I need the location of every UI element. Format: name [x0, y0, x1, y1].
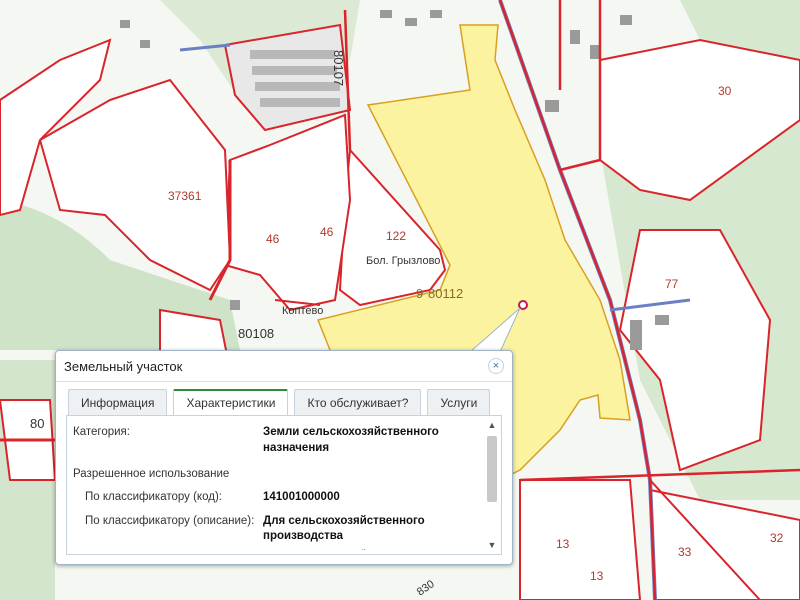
tab-information[interactable]: Информация — [68, 389, 168, 415]
permitted-use-label: Разрешенное использование — [73, 468, 230, 480]
classifier-desc-label: По классификатору (описание): — [85, 515, 255, 527]
area-label: 122 — [386, 229, 406, 243]
scroll-thumb[interactable] — [487, 436, 497, 502]
popup-scrollbar[interactable]: ▲ ▼ — [485, 418, 499, 552]
parcel-number-label: 80 — [30, 416, 44, 431]
more-indicator: .. — [361, 542, 367, 552]
classifier-code-value: 141001000000 — [263, 491, 340, 503]
category-value-line1: Земли сельскохозяйственного — [263, 426, 439, 438]
tab-services[interactable]: Услуги — [427, 389, 491, 415]
characteristics-content: Категория: Земли сельскохозяйственного н… — [67, 416, 483, 554]
parcel-number-label: 80107 — [331, 50, 346, 86]
area-label: 32 — [770, 531, 784, 545]
popup-title: Земельный участок — [64, 359, 183, 374]
marker-label: 9 — [416, 286, 423, 301]
area-label: 37361 — [168, 189, 202, 203]
area-label: 46 — [320, 225, 334, 239]
category-label: Категория: — [73, 426, 130, 438]
close-icon[interactable]: × — [488, 358, 504, 374]
tab-characteristics[interactable]: Характеристики — [173, 389, 289, 415]
popup-header: Земельный участок × — [56, 351, 512, 382]
area-label: 33 — [678, 545, 692, 559]
area-label: 13 — [556, 537, 570, 551]
scroll-down-icon[interactable]: ▼ — [485, 538, 499, 552]
tab-who-serves[interactable]: Кто обслуживает? — [294, 389, 422, 415]
area-label: 13 — [590, 569, 604, 583]
parcel-number-label: 80108 — [238, 326, 274, 341]
area-label: 77 — [665, 277, 679, 291]
scroll-up-icon[interactable]: ▲ — [485, 418, 499, 432]
category-value-line2: назначения — [263, 442, 330, 454]
classifier-code-label: По классификатору (код): — [85, 491, 222, 503]
classifier-desc-line2: производства — [263, 530, 344, 542]
popup-tabs: Информация Характеристики Кто обслуживае… — [68, 389, 491, 415]
classifier-desc-line1: Для сельскохозяйственного — [263, 515, 425, 527]
area-label: 46 — [266, 232, 280, 246]
place-label: Коптево — [282, 305, 323, 317]
area-label: 30 — [718, 84, 732, 98]
place-label: Бол. Грызлово — [366, 255, 440, 267]
parcel-number-label: 80112 — [428, 286, 463, 301]
popup-pointer — [470, 307, 521, 352]
land-parcel-popup: Земельный участок × Информация Характери… — [55, 350, 513, 565]
characteristics-panel[interactable]: Категория: Земли сельскохозяйственного н… — [66, 415, 502, 555]
